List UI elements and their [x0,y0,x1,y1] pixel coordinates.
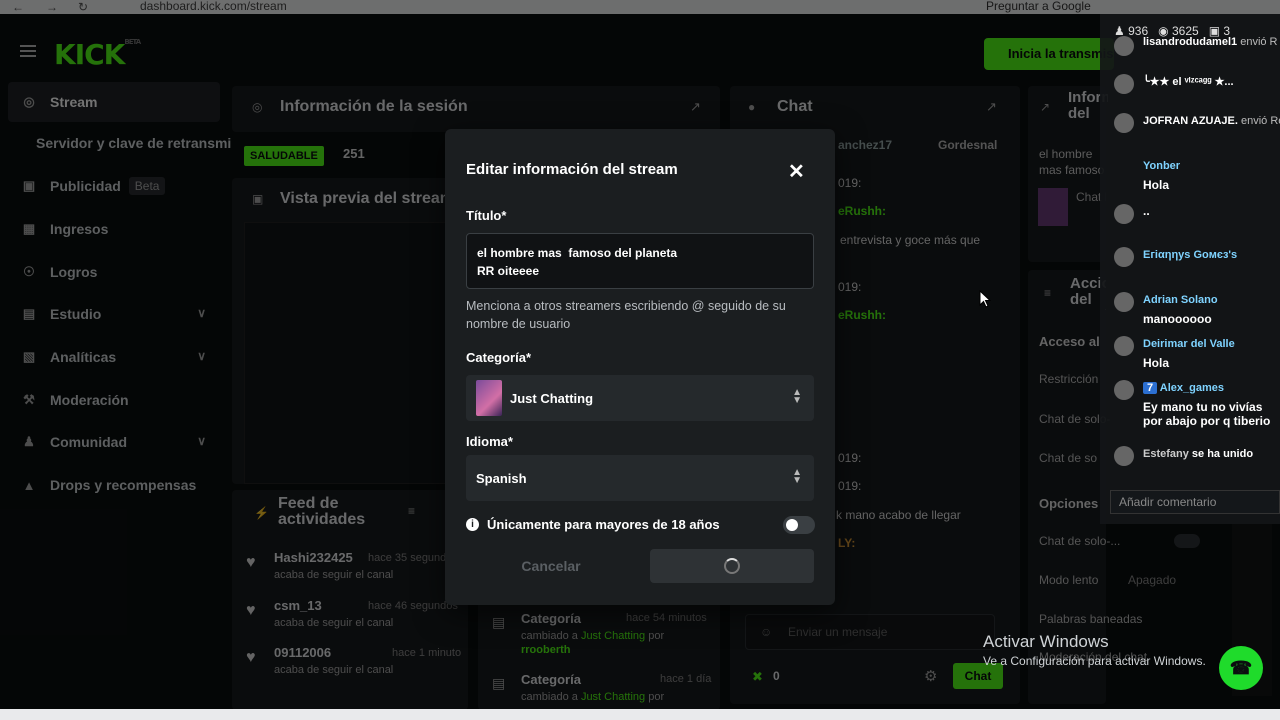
windows-activation-watermark: Activar Windows Ve a Configuración para … [983,632,1206,668]
sidebar-item-drops[interactable]: ▲ Drops y recompensas [8,465,220,505]
reload-icon[interactable]: ↻ [78,1,92,13]
revenue-icon: ▦ [22,221,36,236]
chat-input[interactable]: ☺ Enviar un mensaje [745,614,995,650]
stream-preview-video[interactable] [244,222,456,484]
feed-item: ♥ Hashi232425 hace 35 segundos acaba de … [246,550,458,581]
chevron-down-icon: ∨ [197,306,206,320]
chat-title: Chat [777,98,813,115]
status-badge: SALUDABLE [244,146,324,166]
feed-title: Feed de actividades [278,495,366,528]
heart-icon: ♥ [246,554,256,571]
emoji-icon[interactable]: ☺ [760,625,772,639]
sidebar-item-estudio[interactable]: ▤ Estudio ∨ [8,294,220,334]
session-info-title: Información de la sesión [280,98,468,115]
edit-stream-modal: Editar información del stream ✕ Título* … [445,129,835,605]
close-icon[interactable]: ✕ [788,159,805,184]
viewer-count: 251 [343,146,365,161]
category-icon: ▤ [492,675,506,691]
chart-icon: ▧ [22,349,36,364]
start-stream-button[interactable]: Inicia la transmisión [984,38,1114,70]
overlay-chat-widget: ♟ 936 ◉ 3625 ▣ 3 lisandrodudamel1 envió … [1100,14,1280,524]
sidebar-item-comunidad[interactable]: ♟ Comunidad ∨ [8,422,220,462]
session-info-panel: ◎ Información de la sesión ↗ [232,86,720,132]
wrench-icon: ⚒ [23,392,35,407]
save-button[interactable] [650,549,814,583]
stream-preview-panel: ▣ Vista previa del stream [232,178,468,484]
chat-solo-toggle[interactable] [1174,534,1200,548]
sidebar-item-logros[interactable]: ☉ Logros [8,252,220,292]
heart-icon: ♥ [246,649,256,666]
adult-only-row: i Únicamente para mayores de 18 años [466,517,720,532]
community-icon: ♟ [23,434,35,449]
ad-icon: ▣ [22,178,36,193]
sidebar: ◎ Stream ▣ Publicidad Beta ▦ Ingresos ☉ Logro… [0,80,230,720]
sidebar-item-ingresos[interactable]: ▦ Ingresos [8,209,220,249]
mouse-cursor-icon [979,290,991,308]
category-icon: ▤ [492,614,506,630]
adult-only-toggle[interactable] [783,516,815,534]
modal-title: Editar información del stream [466,161,678,178]
trophy-icon: ☉ [23,264,35,279]
category-thumbnail [476,380,502,416]
address-bar[interactable]: dashboard.kick.com/stream [140,0,287,13]
loading-spinner-icon [724,558,740,574]
ask-google-button[interactable]: Preguntar a Google [986,0,1091,13]
beta-badge: Beta [128,177,166,195]
drops-icon: ▲ [22,477,36,493]
category-label: Categoría* [466,350,532,365]
sidebar-item-publicidad[interactable]: ▣ Publicidad Beta [8,166,220,206]
title-label: Título* [466,208,507,223]
cancel-button[interactable]: Cancelar [466,549,636,583]
category-select[interactable]: Just Chatting ▲ ▼ [466,375,814,421]
slow-mode-value: Apagado [1128,573,1177,587]
filter-icon[interactable]: ≡ [408,504,415,518]
preview-title: Vista previa del stream [280,190,455,207]
support-chat-button[interactable]: ☎ [1219,646,1263,690]
overlay-comment-input[interactable]: Añadir comentario [1110,490,1280,514]
info-icon: i [466,518,479,531]
mention-hint: Menciona a otros streamers escribiendo @… [466,299,786,331]
menu-icon[interactable] [20,45,36,57]
chevron-down-icon: ∨ [197,349,206,363]
bolt-icon: ⚡ [254,506,269,520]
settings-icon[interactable]: ⚙ [924,667,937,685]
taskbar [0,709,1280,720]
sidebar-item-moderacion[interactable]: ⚒ Moderación [8,380,220,420]
title-textarea[interactable]: el hombre mas famoso del planeta RR oite… [466,233,814,289]
feed-item: ♥ 09112006 hace 1 minuto acaba de seguir… [246,645,462,676]
chat-icon: ● [748,100,756,114]
sidebar-item-stream[interactable]: ◎ Stream [8,82,220,122]
preview-icon: ▣ [252,192,264,206]
points-icon: ✖ [752,669,763,684]
popout-icon[interactable]: ↗ [690,99,701,115]
signal-icon: ◎ [252,100,263,114]
browser-toolbar: ← → ↻ dashboard.kick.com/stream Pregunta… [0,0,1280,14]
forward-icon[interactable]: → [46,1,60,13]
actions-icon: ≡ [1044,286,1052,300]
kick-logo[interactable]: KICKBETA [54,38,141,71]
signal-icon: ◎ [23,94,35,109]
category-thumbnail [1038,188,1068,226]
language-select[interactable]: Spanish ▲ ▼ [466,455,814,501]
studio-icon: ▤ [22,306,36,321]
select-arrows-icon: ▲ ▼ [792,387,802,406]
arrow-icon: ↗ [1040,100,1051,114]
select-arrows-icon: ▲ ▼ [792,467,802,486]
language-label: Idioma* [466,434,513,449]
feed-item: ♥ csm_13 hace 46 segundos acaba de segui… [246,598,458,629]
back-icon[interactable]: ← [12,1,26,13]
sidebar-item-analiticas[interactable]: ▧ Analíticas ∨ [8,337,220,377]
popout-icon[interactable]: ↗ [986,99,997,115]
chevron-down-icon: ∨ [197,434,206,448]
heart-icon: ♥ [246,602,256,619]
sidebar-subitem-server-key[interactable]: Servidor y clave de retransmisión [36,135,231,151]
stream-info-panel: ↗ Información del stream el hombre mas f… [1028,86,1108,262]
